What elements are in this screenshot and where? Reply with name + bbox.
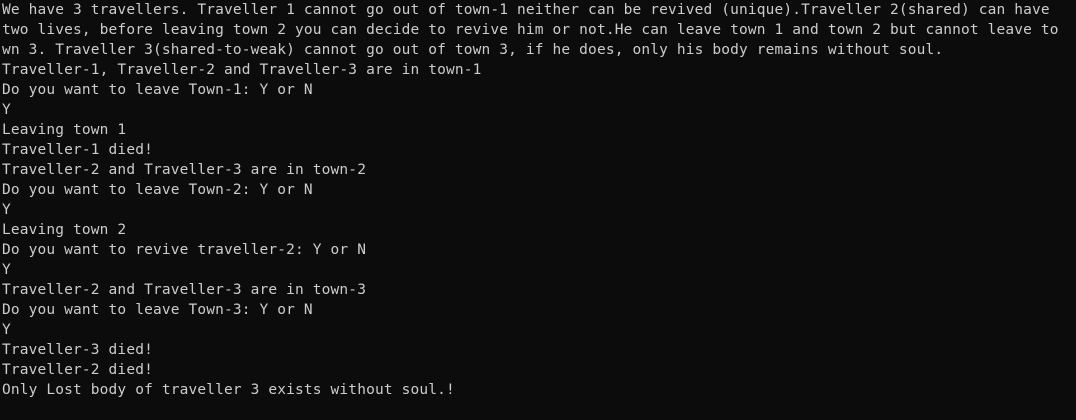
- console-line: Traveller-3 died!: [2, 342, 153, 358]
- console-line: Y: [2, 322, 11, 338]
- console-line: Do you want to leave Town-2: Y or N: [2, 182, 313, 198]
- console-line: Leaving town 1: [2, 122, 127, 138]
- console-line: Do you want to revive traveller-2: Y or …: [2, 242, 367, 258]
- console-line: Leaving town 2: [2, 222, 127, 238]
- console-output[interactable]: We have 3 travellers. Traveller 1 cannot…: [0, 0, 1076, 420]
- console-line: Traveller-2 and Traveller-3 are in town-…: [2, 162, 367, 178]
- console-line: Only Lost body of traveller 3 exists wit…: [2, 382, 455, 398]
- console-line: Traveller-2 died!: [2, 362, 153, 378]
- console-line: Y: [2, 262, 11, 278]
- console-line: Traveller-2 and Traveller-3 are in town-…: [2, 282, 367, 298]
- console-line: Y: [2, 102, 11, 118]
- console-line: Do you want to leave Town-1: Y or N: [2, 82, 313, 98]
- console-line: Y: [2, 202, 11, 218]
- console-line: Traveller-1 died!: [2, 142, 153, 158]
- console-line: Do you want to leave Town-3: Y or N: [2, 302, 313, 318]
- console-line: Traveller-1, Traveller-2 and Traveller-3…: [2, 62, 482, 78]
- console-line: We have 3 travellers. Traveller 1 cannot…: [2, 2, 1050, 18]
- console-line: wn 3. Traveller 3(shared-to-weak) cannot…: [2, 42, 944, 58]
- console-line: two lives, before leaving town 2 you can…: [2, 22, 1059, 38]
